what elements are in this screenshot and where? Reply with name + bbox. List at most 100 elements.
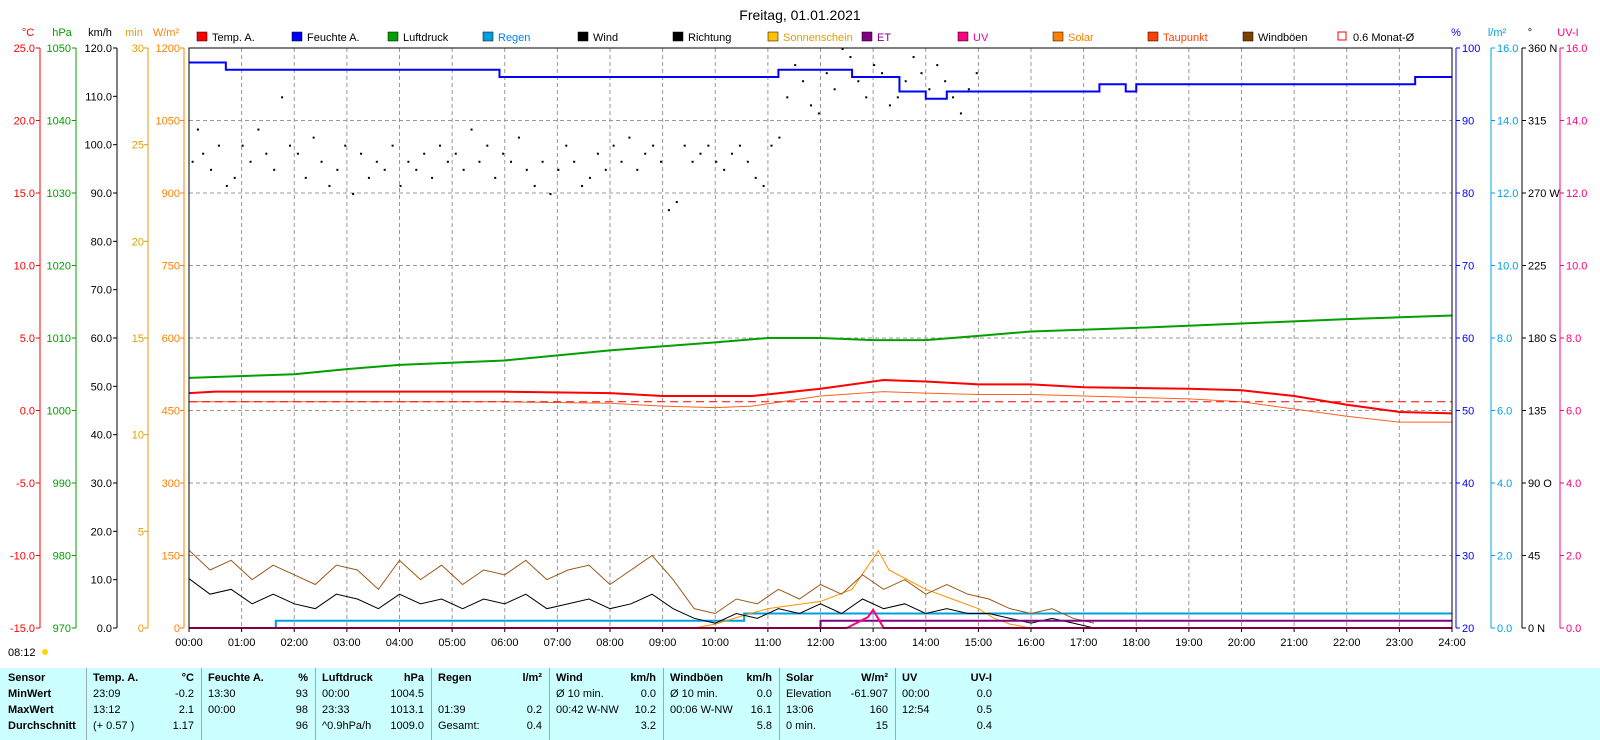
direction-point [210,168,213,171]
hum-tick-label: 70 [1462,261,1474,273]
wind-axis-unit: km/h [88,27,112,39]
table-col-header: UV [902,672,918,684]
rain-axis-unit: l/m² [1488,27,1507,39]
direction-point [202,152,205,155]
axes: °C 25.0 20.0 15.0 10.0 5.0 0.0 -5.0 -10.0 -15.0 hP… [10,27,1588,635]
table-col-unit: W/m² [861,672,888,684]
table-avg-extra: (+ 0.57 ) [93,720,135,732]
min-tick-label: 30 [132,43,144,55]
direction-point [596,152,599,155]
uv-tick-label: 6.0 [1566,406,1581,418]
direction-point [644,152,647,155]
direction-point [525,168,528,171]
direction-point [715,160,718,163]
min-tick-label: 0 [138,623,144,635]
direction-point [802,80,805,83]
direction-point [462,168,465,171]
direction-point [920,72,923,75]
table-col-unit: UV-I [970,672,992,684]
direction-point [723,168,726,171]
hum-tick-label: 40 [1462,478,1474,490]
press-tick-label: 980 [53,551,71,563]
direction-point [825,72,828,75]
wind-tick-label: 90.0 [91,188,112,200]
press-tick-label: 1040 [47,116,71,128]
direction-point [257,128,260,131]
table-max-value: 16.1 [750,704,772,716]
legend-swatch [672,31,684,42]
table-min-value: -0.2 [175,688,194,700]
table-max-time: 00:00 [208,704,236,716]
direction-point [233,176,236,179]
uv-axis-unit: UV-I [1557,27,1578,39]
wind-tick-label: 70.0 [91,285,112,297]
wind-tick-label: 120.0 [84,43,112,55]
temp-tick-label: 5.0 [20,333,35,345]
table-col-header: Wind [556,672,583,684]
direction-point [794,64,797,67]
x-tick-label: 11:00 [755,637,782,649]
table-separator [201,668,202,740]
wind-axis: km/h 120.0 110.0 100.0 90.0 80.0 70.0 60.0 50.0 4… [84,27,118,635]
direction-point [857,80,860,83]
direction-point [581,184,584,187]
table-max-time: 23:33 [322,704,350,716]
solar-tick-label: 0 [174,623,180,635]
direction-point [533,184,536,187]
x-tick-label: 02:00 [280,637,308,649]
table-min-time: 00:00 [902,688,930,700]
table-col-unit: hPa [403,672,424,684]
hum-axis-unit: % [1451,27,1461,39]
direction-point [438,144,441,147]
legend-item: Windböen [1242,31,1308,44]
min-tick-label: 5 [138,526,144,538]
dir-tick-label: 225 [1528,261,1546,273]
legend-swatch [577,31,589,42]
table-col-header: Windböen [670,672,724,684]
series-windb-en [188,549,1095,624]
direction-point [478,160,481,163]
direction-point [620,160,623,163]
chart-title: Freitag, 01.01.2021 [739,7,861,23]
x-tick-label: 00:00 [175,637,203,649]
stats-table: Sensor MinWert MaxWert Durchschnitt Temp. A.… [0,668,1600,740]
legend-item: Taupunkt [1147,31,1208,44]
table-separator [895,668,896,740]
direction-point [249,160,252,163]
direction-point [217,144,220,147]
table-max-value: 160 [869,704,888,716]
table-row-label-min: MinWert [8,688,52,700]
wind-tick-label: 50.0 [91,381,112,393]
x-tick-label: 22:00 [1333,637,1361,649]
direction-point [731,152,734,155]
rain-tick-label: 2.0 [1497,551,1512,563]
wind-tick-label: 0.0 [97,623,112,635]
table-min-value: -61.907 [850,688,888,700]
uv-tick-label: 12.0 [1566,188,1587,200]
table-separator [315,668,316,740]
legend-item: UV [957,31,989,44]
direction-point [502,152,505,155]
direction-point [636,168,639,171]
direction-point [786,96,789,99]
table-separator [779,668,780,740]
wind-tick-label: 80.0 [91,236,112,248]
direction-point [612,144,615,147]
solar-tick-label: 750 [162,261,180,273]
table-avg-value: 15 [875,720,888,732]
x-tick-label: 19:00 [1175,637,1203,649]
temp-axis: °C 25.0 20.0 15.0 10.0 5.0 0.0 -5.0 -10.0 -15.0 [10,27,41,635]
legend-label: ET [877,32,891,44]
direction-point [959,112,962,115]
legend-label: Temp. A. [212,32,255,44]
direction-point [904,80,907,83]
press-axis-unit: hPa [52,27,72,39]
min-axis: min 30 25 20 15 10 5 0 [125,27,149,635]
dir-tick-label: 45 [1528,551,1540,563]
hum-tick-label: 20 [1462,623,1474,635]
x-tick-label: 05:00 [438,637,466,649]
table-max-value: 10.2 [634,704,656,716]
rain-tick-label: 14.0 [1497,116,1518,128]
direction-point [588,176,591,179]
dir-tick-label: 360 N [1528,43,1557,55]
